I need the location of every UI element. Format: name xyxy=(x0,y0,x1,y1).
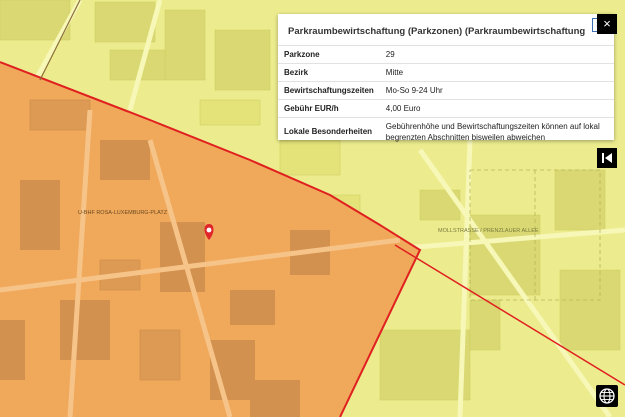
table-row: Bezirk Mitte xyxy=(278,63,614,82)
close-icon[interactable]: × xyxy=(597,14,617,34)
attribute-table: Parkzone 29 Bezirk Mitte Bewirtschaftung… xyxy=(278,45,614,145)
attr-value: Mo-So 9-24 Uhr xyxy=(379,81,614,100)
feature-info-popup: Parkraumbewirtschaftung (Parkzonen) (Par… xyxy=(278,14,614,145)
globe-button[interactable] xyxy=(596,385,618,407)
attr-value: Mitte xyxy=(379,63,614,82)
attr-value: 29 xyxy=(379,45,614,64)
popup-title: Parkraumbewirtschaftung (Parkzonen) (Par… xyxy=(288,26,586,37)
attr-value: Gebührenhöhe und Bewirtschaftungszeiten … xyxy=(379,117,614,145)
skip-back-button[interactable] xyxy=(597,148,617,168)
attr-value: 4,00 Euro xyxy=(379,99,614,118)
attr-key: Bewirtschaftungszeiten xyxy=(278,81,380,100)
attr-key: Gebühr EUR/h xyxy=(278,99,380,118)
map-label-park: MOLLSTRASSE / PRENZLAUER ALLEE xyxy=(438,228,539,234)
globe-icon xyxy=(599,388,615,404)
table-row: Bewirtschaftungszeiten Mo-So 9-24 Uhr xyxy=(278,81,614,100)
attr-key: Bezirk xyxy=(278,63,380,82)
table-row: Parkzone 29 xyxy=(278,45,614,64)
attr-key: Parkzone xyxy=(278,45,380,64)
skip-back-icon xyxy=(602,153,612,163)
map-label-place: U-BHF ROSA-LUXEMBURG-PLATZ xyxy=(78,210,168,216)
table-row: Lokale Besonderheiten Gebührenhöhe und B… xyxy=(278,117,614,145)
table-row: Gebühr EUR/h 4,00 Euro xyxy=(278,99,614,118)
attr-key: Lokale Besonderheiten xyxy=(278,117,380,145)
